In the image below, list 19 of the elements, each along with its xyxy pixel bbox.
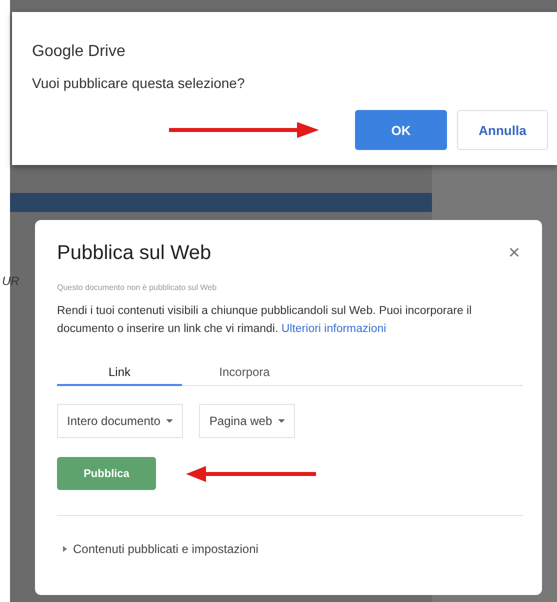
dialog-message: Vuoi pubblicare questa selezione? bbox=[32, 75, 246, 91]
dropdown[interactable]: Pagina web bbox=[199, 404, 296, 438]
status-text: Questo documento non è pubblicato sul Web bbox=[57, 283, 218, 292]
tab[interactable]: Incorpora bbox=[182, 360, 307, 386]
triangle-icon bbox=[63, 546, 67, 552]
dialog-title: Google Drive bbox=[32, 42, 126, 61]
description-text: Rendi i tuoi contenuti visibili a chiunque pubblicandoli sul Web. Puoi incorporare il documento o inserire un link che vi rimandi. Ulteriori informazioni bbox=[57, 304, 473, 337]
expander[interactable]: Contenuti pubblicati e impostazioni bbox=[57, 542, 258, 556]
tab[interactable]: Link bbox=[57, 360, 182, 386]
arrow-icon bbox=[186, 466, 316, 482]
close-button[interactable]: × bbox=[508, 242, 520, 265]
caret-icon bbox=[166, 419, 174, 423]
learn-more-link[interactable]: Ulteriori informazioni bbox=[281, 323, 386, 335]
caret-icon bbox=[278, 419, 286, 423]
arrow-icon bbox=[169, 122, 319, 138]
dropdown[interactable]: Intero documento bbox=[57, 404, 184, 438]
ok-button[interactable]: OK bbox=[355, 110, 447, 150]
cancel-button[interactable]: Annulla bbox=[457, 110, 548, 150]
dialog-title: Pubblica sul Web bbox=[57, 242, 212, 265]
